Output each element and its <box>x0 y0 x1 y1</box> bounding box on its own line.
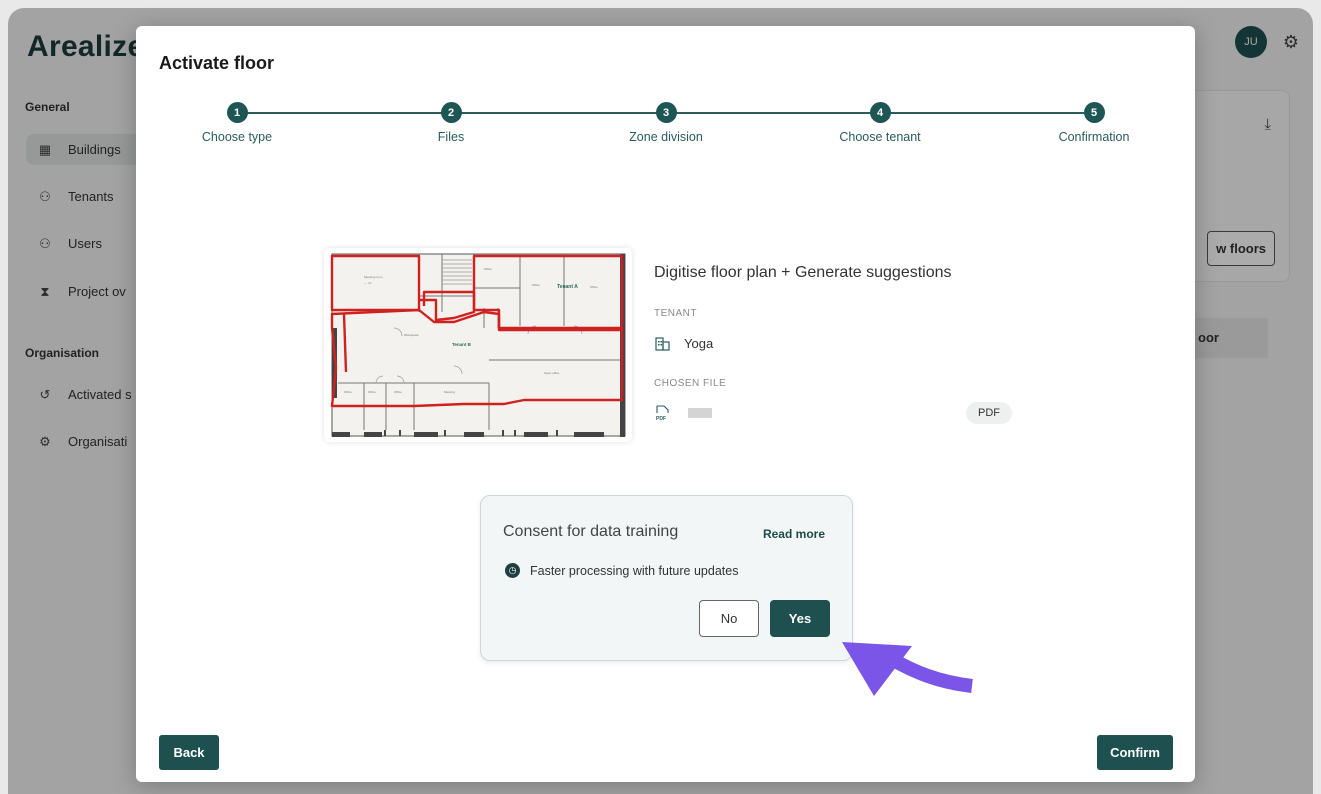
svg-text:Office: Office <box>344 390 352 394</box>
stopwatch-icon: ◷ <box>505 563 520 578</box>
tenant-label: TENANT <box>654 308 697 319</box>
step-choose-tenant[interactable]: 4 Choose tenant <box>810 102 950 144</box>
modal-title: Activate floor <box>159 53 275 73</box>
svg-text:Workspace: Workspace <box>404 333 419 337</box>
svg-text:Office: Office <box>484 267 492 271</box>
consent-title: Consent for data training <box>503 523 679 540</box>
step-label: Choose tenant <box>839 130 921 144</box>
svg-text:— m²: — m² <box>364 281 371 285</box>
building-icon <box>654 335 670 351</box>
summary-title: Digitise floor plan + Generate suggestio… <box>654 264 952 281</box>
highlight-arrow-icon <box>842 642 973 696</box>
svg-text:Open office: Open office <box>544 371 560 375</box>
confirm-button[interactable]: Confirm <box>1097 735 1173 770</box>
step-number: 2 <box>440 102 462 123</box>
tenant-value: Yoga <box>684 335 714 351</box>
step-number: 5 <box>1083 102 1105 123</box>
consent-yes-button[interactable]: Yes <box>770 600 830 637</box>
consent-feature-text: Faster processing with future updates <box>530 563 739 578</box>
floor-plan-drawing: Meeting room — m² Office Office Office W… <box>330 253 626 437</box>
activate-floor-modal: Activate floor 1 Choose type 2 Files 3 Z… <box>136 26 1195 782</box>
pdf-file-icon: PDF <box>654 405 670 421</box>
step-label: Files <box>437 130 465 144</box>
stepper: 1 Choose type 2 Files 3 Zone division 4 … <box>136 102 1195 152</box>
floor-plan-preview: Meeting room — m² Office Office Office W… <box>324 248 632 442</box>
file-type-badge: PDF <box>966 402 1012 424</box>
step-number: 1 <box>226 102 248 123</box>
read-more-link[interactable]: Read more <box>763 527 825 541</box>
consent-card: Consent for data training Read more ◷ Fa… <box>480 495 853 661</box>
step-label: Confirmation <box>1058 130 1130 144</box>
svg-text:Meeting: Meeting <box>444 390 455 394</box>
step-label: Choose type <box>201 130 273 144</box>
file-name-placeholder <box>688 408 712 418</box>
step-files[interactable]: 2 Files <box>381 102 521 144</box>
step-number: 3 <box>655 102 677 123</box>
consent-feature: ◷ Faster processing with future updates <box>505 563 738 578</box>
svg-text:Meeting room: Meeting room <box>364 275 383 279</box>
tenant-b-label: Tenant B <box>452 342 472 347</box>
tenant-a-label: Tenant A <box>557 284 578 290</box>
step-zone-division[interactable]: 3 Zone division <box>596 102 736 144</box>
consent-no-button[interactable]: No <box>699 600 759 637</box>
step-label: Zone division <box>629 130 703 144</box>
svg-text:PDF: PDF <box>656 416 666 421</box>
back-button[interactable]: Back <box>159 735 219 770</box>
chosen-file-row: PDF <box>654 405 712 421</box>
svg-text:Office: Office <box>590 285 598 289</box>
step-number: 4 <box>869 102 891 123</box>
step-choose-type[interactable]: 1 Choose type <box>167 102 307 144</box>
step-confirmation[interactable]: 5 Confirmation <box>1024 102 1164 144</box>
tenant-row: Yoga <box>654 335 713 351</box>
chosen-file-label: CHOSEN FILE <box>654 378 727 389</box>
svg-text:Office: Office <box>394 390 402 394</box>
svg-text:Office: Office <box>368 390 376 394</box>
svg-text:Office: Office <box>532 283 540 287</box>
